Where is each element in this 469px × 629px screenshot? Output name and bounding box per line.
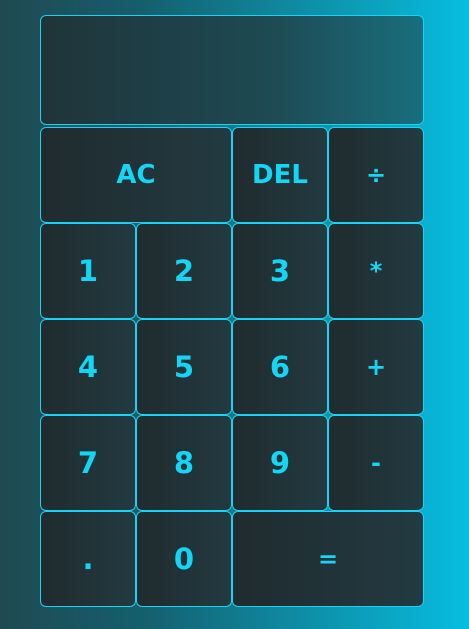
- digit-4-button[interactable]: 4: [40, 319, 136, 415]
- divide-button[interactable]: ÷: [328, 127, 424, 223]
- digit-8-button[interactable]: 8: [136, 415, 232, 511]
- digit-1-button[interactable]: 1: [40, 223, 136, 319]
- display-screen: [40, 15, 424, 125]
- add-button[interactable]: +: [328, 319, 424, 415]
- digit-0-button[interactable]: 0: [136, 511, 232, 607]
- multiply-button[interactable]: *: [328, 223, 424, 319]
- equals-button[interactable]: =: [232, 511, 424, 607]
- calculator: AC DEL ÷ 1 2 3 * 4 5 6 + 7 8 9 - . 0 =: [40, 15, 424, 607]
- digit-9-button[interactable]: 9: [232, 415, 328, 511]
- digit-2-button[interactable]: 2: [136, 223, 232, 319]
- digit-3-button[interactable]: 3: [232, 223, 328, 319]
- digit-6-button[interactable]: 6: [232, 319, 328, 415]
- delete-button[interactable]: DEL: [232, 127, 328, 223]
- digit-5-button[interactable]: 5: [136, 319, 232, 415]
- digit-7-button[interactable]: 7: [40, 415, 136, 511]
- decimal-point-button[interactable]: .: [40, 511, 136, 607]
- subtract-button[interactable]: -: [328, 415, 424, 511]
- all-clear-button[interactable]: AC: [40, 127, 232, 223]
